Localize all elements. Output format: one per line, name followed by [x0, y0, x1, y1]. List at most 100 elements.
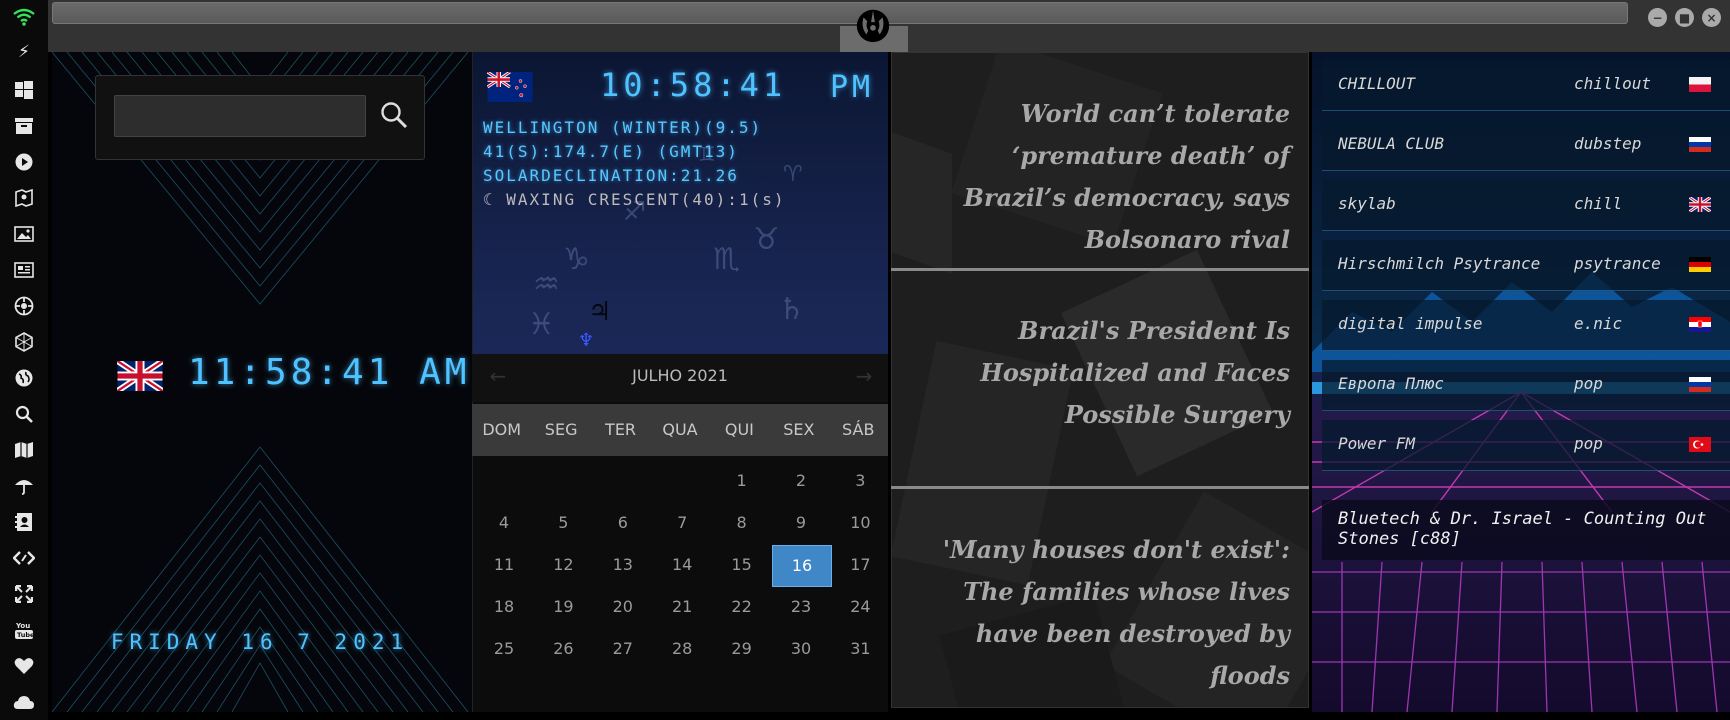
calendar-day[interactable]: 30	[772, 629, 830, 669]
station-name: Европа Плюс	[1338, 374, 1444, 393]
calendar-day[interactable]: 7	[653, 503, 711, 543]
calendar-day[interactable]: 14	[653, 545, 711, 585]
hr-flag-icon	[1689, 317, 1711, 332]
station-genre: pop	[1574, 434, 1603, 453]
globe-icon[interactable]	[12, 366, 36, 390]
wifi-icon[interactable]	[12, 5, 36, 29]
calendar-day[interactable]: 2	[772, 461, 830, 501]
uk-clock-time: 11:58:41 AM	[188, 352, 471, 393]
calendar-day[interactable]: 24	[831, 587, 889, 627]
gallery-icon[interactable]	[12, 186, 36, 210]
nz-clock-time: 10:58:41	[600, 66, 787, 104]
calendar-day[interactable]: 19	[534, 587, 592, 627]
heart-icon[interactable]	[12, 654, 36, 678]
radio-station-row[interactable]: Европа Плюс pop	[1322, 360, 1730, 411]
news-separator	[891, 268, 1309, 271]
calendar-day[interactable]: 25	[475, 629, 533, 669]
maximize-button[interactable]: ■	[1675, 8, 1694, 27]
network-icon[interactable]	[12, 330, 36, 354]
calendar-day[interactable]: 17	[831, 545, 889, 585]
calendar-day[interactable]: 18	[475, 587, 533, 627]
calendar-day[interactable]: 15	[713, 545, 771, 585]
radio-station-row[interactable]: Power FM pop	[1322, 420, 1730, 471]
radio-station-row[interactable]: skylab chill	[1322, 180, 1730, 231]
now-playing-track: Bluetech & Dr. Israel - Counting Out Sto…	[1322, 500, 1730, 560]
expand-icon[interactable]	[12, 582, 36, 606]
radio-station-row[interactable]: CHILLOUT chillout	[1322, 60, 1730, 111]
svg-text:Tube: Tube	[17, 631, 34, 639]
moon-phase-text: WAXING CRESCENT(40):1(s)	[506, 190, 786, 209]
ru-flag-icon	[1689, 377, 1711, 392]
tr-flag-icon	[1689, 437, 1711, 452]
settings-icon[interactable]	[12, 294, 36, 318]
lightning-icon[interactable]: ⚡	[12, 40, 36, 64]
calendar-prev-button[interactable]: ←	[486, 364, 510, 388]
weekday-label: QUI	[724, 420, 754, 439]
station-genre: dubstep	[1574, 134, 1642, 153]
calendar-day[interactable]: 29	[713, 629, 771, 669]
image-icon[interactable]	[12, 222, 36, 246]
play-icon[interactable]	[12, 150, 36, 174]
nz-clock-ampm: PM	[830, 70, 875, 105]
calendar-day[interactable]: 12	[534, 545, 592, 585]
top-input-strip[interactable]	[52, 2, 1628, 24]
calendar-day[interactable]: 26	[534, 629, 592, 669]
youtube-icon[interactable]: You Tube	[12, 618, 36, 642]
pl-flag-icon	[1689, 77, 1711, 92]
news-separator	[891, 486, 1309, 489]
side-icon-bar: ⚡ You Tube	[0, 0, 48, 720]
news-icon[interactable]	[12, 258, 36, 282]
calendar-day[interactable]: 31	[831, 629, 889, 669]
nz-coords-line: 41(S):174.7(E) (GMT13)	[483, 142, 739, 161]
calendar-day[interactable]: 13	[594, 545, 652, 585]
svg-text:You: You	[15, 622, 30, 630]
close-button[interactable]: ×	[1702, 8, 1721, 27]
cloud-icon[interactable]	[12, 690, 36, 714]
station-genre: e.nic	[1574, 314, 1623, 333]
calendar-day[interactable]: 10	[831, 503, 889, 543]
calendar-next-button[interactable]: →	[852, 364, 876, 388]
calendar-day[interactable]: 9	[772, 503, 830, 543]
code-icon[interactable]	[12, 546, 36, 570]
calendar-day[interactable]: 23	[772, 587, 830, 627]
station-name: NEBULA CLUB	[1338, 134, 1444, 153]
contact-icon[interactable]	[12, 510, 36, 534]
calendar-day[interactable]: 27	[594, 629, 652, 669]
search-icon[interactable]	[12, 402, 36, 426]
calendar-day[interactable]: 1	[713, 461, 771, 501]
minimize-button[interactable]: −	[1648, 8, 1667, 27]
calendar-day[interactable]: 6	[594, 503, 652, 543]
archive-icon[interactable]	[12, 114, 36, 138]
nz-city-line: WELLINGTON (WINTER)(9.5)	[483, 118, 763, 137]
calendar-day[interactable]: 5	[534, 503, 592, 543]
news-headline[interactable]: World can’t tolerate ‘premature death’ o…	[905, 93, 1290, 261]
umbrella-icon[interactable]	[12, 474, 36, 498]
uk-flag-icon	[117, 361, 163, 391]
calendar-day[interactable]: 28	[653, 629, 711, 669]
nz-moon-line: ☾ WAXING CRESCENT(40):1(s)	[483, 190, 785, 209]
calendar-day[interactable]: 11	[475, 545, 533, 585]
rebel-alliance-icon[interactable]	[852, 3, 894, 47]
news-headline[interactable]: Brazil's President Is Hospitalized and F…	[905, 310, 1290, 436]
calendar-day[interactable]: 3	[831, 461, 889, 501]
nz-solar-line: SOLARDECLINATION:21.26	[483, 166, 739, 185]
calendar-day[interactable]: 22	[713, 587, 771, 627]
station-genre: pop	[1574, 374, 1603, 393]
search-icon[interactable]	[376, 96, 412, 134]
calendar-day[interactable]: 4	[475, 503, 533, 543]
news-headline[interactable]: 'Many houses don't exist': The families …	[905, 529, 1290, 697]
calendar-day[interactable]: 21	[653, 587, 711, 627]
map-icon[interactable]	[12, 438, 36, 462]
station-name: Power FM	[1338, 434, 1416, 453]
de-flag-icon	[1689, 257, 1711, 272]
radio-station-row[interactable]: NEBULA CLUB dubstep	[1322, 120, 1730, 171]
radio-station-row[interactable]: digital impulse e.nic	[1322, 300, 1730, 351]
windows-icon[interactable]	[12, 78, 36, 102]
search-input[interactable]	[114, 95, 366, 137]
calendar-day[interactable]: 8	[713, 503, 771, 543]
radio-station-row[interactable]: Hirschmilch Psytrance psytrance	[1322, 240, 1730, 291]
uk-clock-date: FRIDAY 16 7 2021	[110, 630, 410, 654]
calendar-day[interactable]: 20	[594, 587, 652, 627]
calendar-day-today[interactable]: 16	[772, 545, 832, 587]
station-name: digital impulse	[1338, 314, 1483, 333]
